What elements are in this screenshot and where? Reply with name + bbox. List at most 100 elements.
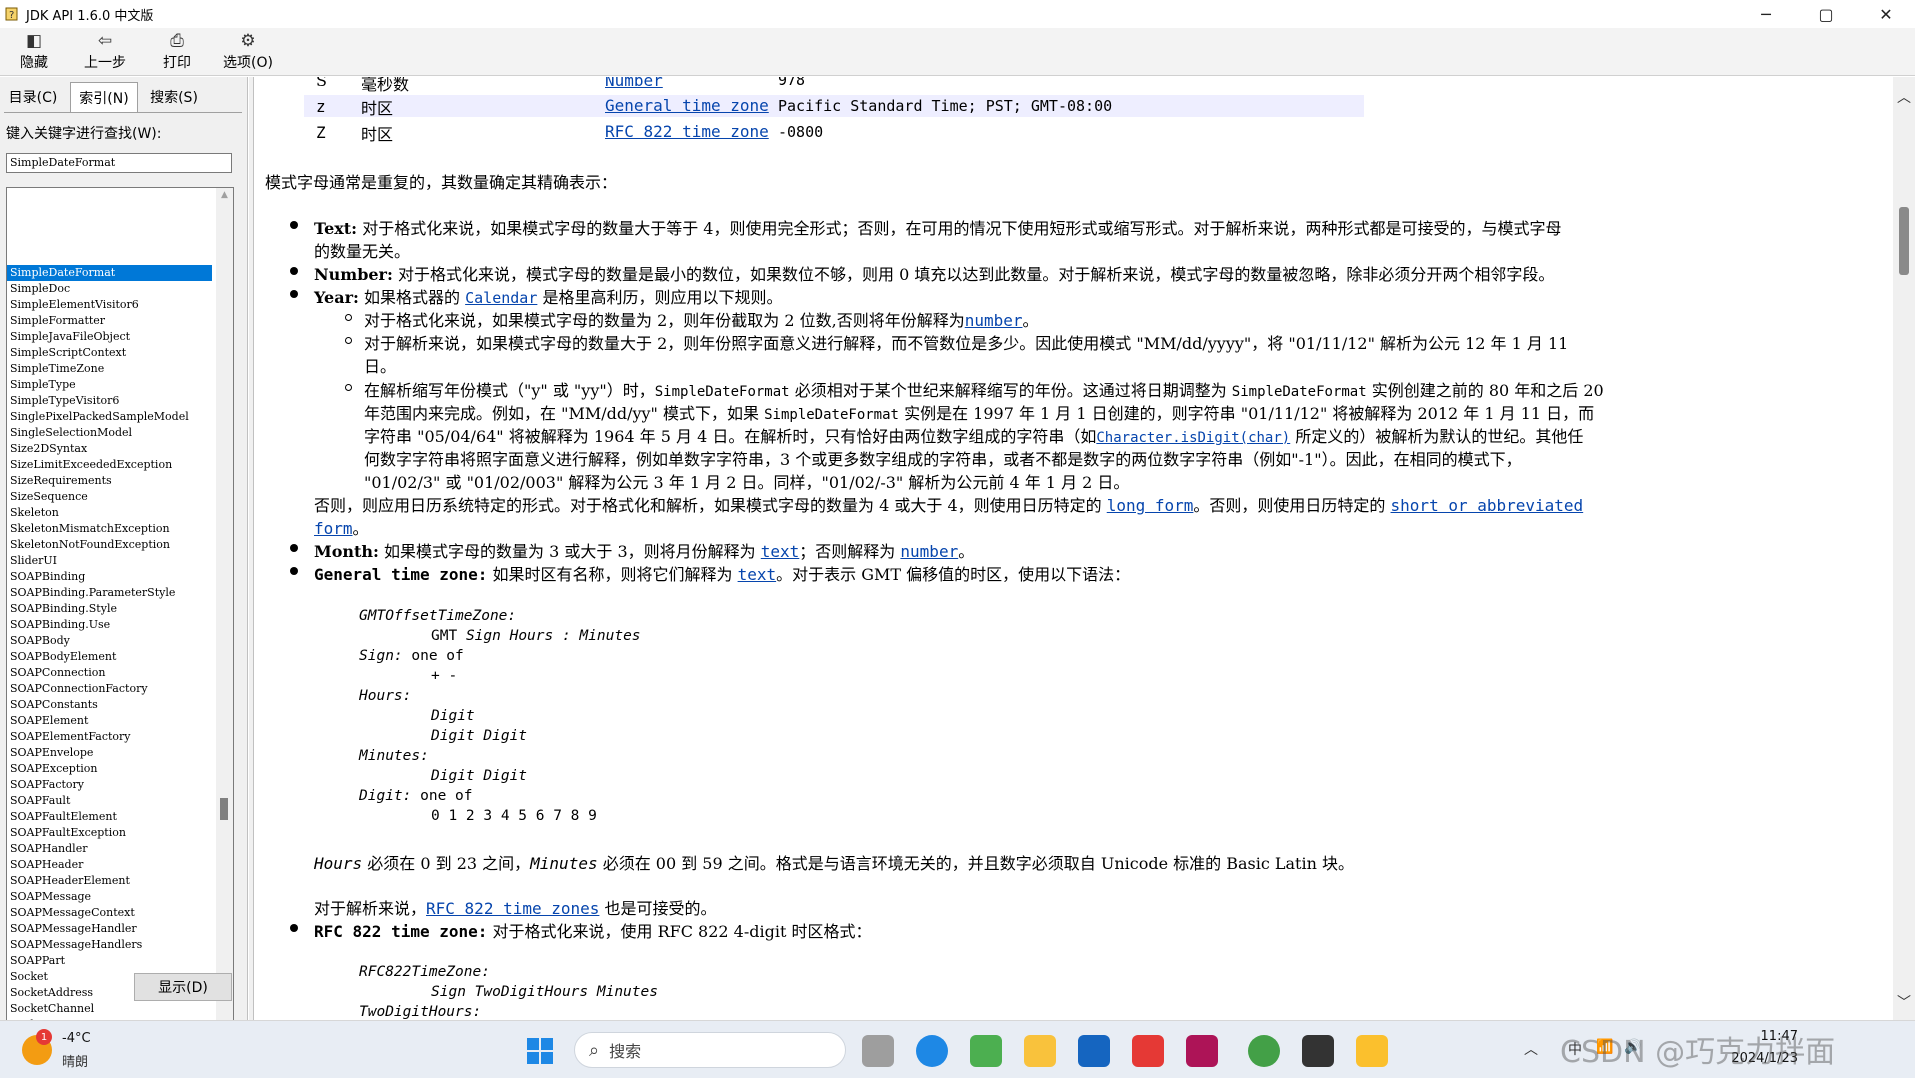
weather-temp[interactable]: -4°C	[62, 1031, 91, 1046]
index-scrollbar[interactable]: ▲ ▼	[216, 188, 233, 1042]
index-list-item[interactable]: SizeRequirements	[7, 473, 212, 489]
index-list-item[interactable]: SOAPElement	[7, 713, 212, 729]
index-list-item[interactable]: SOAPException	[7, 761, 212, 777]
index-list-item[interactable]: SOAPBinding	[7, 569, 212, 585]
store-icon[interactable]	[970, 1035, 1002, 1067]
isdigit-link[interactable]: Character.isDigit(char)	[1096, 430, 1290, 446]
maximize-button[interactable]: ▢	[1797, 0, 1855, 28]
index-list-item[interactable]: SOAPPart	[7, 953, 212, 969]
calendar-link[interactable]: Calendar	[465, 289, 537, 307]
index-list-item[interactable]: SOAPMessageHandlers	[7, 937, 212, 953]
index-list-item[interactable]: SimpleElementVisitor6	[7, 297, 212, 313]
chrome-icon[interactable]	[1248, 1035, 1280, 1067]
taskbar-search[interactable]: ⌕ 搜索	[574, 1032, 846, 1068]
index-list-item[interactable]: SOAPBinding.Style	[7, 601, 212, 617]
index-list-item[interactable]: SOAPConnection	[7, 665, 212, 681]
index-list-item[interactable]: SkeletonNotFoundException	[7, 537, 212, 553]
hide-button[interactable]: ◧ 隐藏	[16, 30, 52, 74]
scroll-up-icon[interactable]: ︿	[1893, 87, 1915, 107]
month-number-link[interactable]: number	[900, 542, 958, 561]
index-list-item[interactable]: SOAPConstants	[7, 697, 212, 713]
text-term: Text:	[314, 219, 358, 238]
options-button[interactable]: ⚙ 选项(O)	[220, 30, 276, 74]
file-explorer-icon[interactable]	[1024, 1035, 1056, 1067]
index-list-item[interactable]: SimpleTimeZone	[7, 361, 212, 377]
shield-icon[interactable]	[1078, 1035, 1110, 1067]
index-list-item[interactable]: SOAPMessage	[7, 889, 212, 905]
index-scroll-thumb[interactable]	[220, 798, 228, 820]
index-list-item[interactable]: SOAPBinding.ParameterStyle	[7, 585, 212, 601]
start-button[interactable]	[524, 1035, 556, 1067]
close-button[interactable]: ✕	[1857, 0, 1915, 28]
code-simpledateformat: SimpleDateFormat	[764, 407, 899, 423]
help-viewer-icon[interactable]	[1356, 1035, 1388, 1067]
index-list-item[interactable]: Skeleton	[7, 505, 212, 521]
tab-contents[interactable]: 目录(C)	[4, 84, 62, 110]
tab-index[interactable]: 索引(N)	[70, 82, 138, 112]
index-list-item[interactable]: SOAPEnvelope	[7, 745, 212, 761]
long-form-link[interactable]: long form	[1107, 496, 1194, 515]
minimize-button[interactable]: ─	[1737, 0, 1795, 28]
task-view-icon[interactable]	[862, 1035, 894, 1067]
edge-browser-icon[interactable]	[916, 1035, 948, 1067]
tray-chevron-icon[interactable]: ︿	[1524, 1039, 1538, 1059]
index-list-item[interactable]: SOAPMessageContext	[7, 905, 212, 921]
scroll-up-icon[interactable]: ▲	[216, 190, 233, 206]
month-b: ；否则解释为	[799, 542, 896, 561]
index-list-item[interactable]: SOAPHeaderElement	[7, 873, 212, 889]
index-list-item[interactable]: SOAPFault	[7, 793, 212, 809]
scroll-down-icon[interactable]: ﹀	[1893, 992, 1915, 1012]
content-scroll-thumb[interactable]	[1899, 207, 1909, 275]
index-list-item[interactable]: SizeSequence	[7, 489, 212, 505]
index-list-item[interactable]: SimpleType	[7, 377, 212, 393]
index-list-item[interactable]: SinglePixelPackedSampleModel	[7, 409, 212, 425]
weather-desc[interactable]: 晴朗	[62, 1051, 88, 1070]
index-list-item[interactable]: SimpleTypeVisitor6	[7, 393, 212, 409]
index-list-item[interactable]: SOAPElementFactory	[7, 729, 212, 745]
index-list-item[interactable]: SimpleDoc	[7, 281, 212, 297]
index-list-item[interactable]: SimpleDateFormat	[7, 265, 212, 281]
index-listbox[interactable]: SimpleDateFormat SimpleDoc SimpleElementVi…	[6, 187, 234, 1043]
display-button[interactable]: 显示(D)	[134, 973, 232, 1001]
index-list-item[interactable]: SOAPBody	[7, 633, 212, 649]
month-text-link[interactable]: text	[761, 542, 800, 561]
index-list-item[interactable]: SocketChannel	[7, 1001, 212, 1017]
wps-icon[interactable]	[1132, 1035, 1164, 1067]
year-term: Year:	[314, 288, 359, 307]
print-button[interactable]: ⎙ 打印	[160, 30, 194, 74]
index-list-item[interactable]: SOAPConnectionFactory	[7, 681, 212, 697]
index-list-item[interactable]: SizeLimitExceededException	[7, 457, 212, 473]
index-list-item[interactable]: Size2DSyntax	[7, 441, 212, 457]
year-number-link[interactable]: number	[965, 311, 1023, 330]
row-Z-presentation-link[interactable]: RFC 822 time zone	[605, 122, 769, 141]
hide-pane-icon: ◧	[25, 31, 43, 51]
typora-icon[interactable]	[1302, 1035, 1334, 1067]
index-list-item[interactable]: SOAPBinding.Use	[7, 617, 212, 633]
back-button[interactable]: ⇦ 上一步	[80, 30, 130, 74]
index-list-item[interactable]: SOAPFaultElement	[7, 809, 212, 825]
title-bar[interactable]: ? JDK API 1.6.0 中文版 ─ ▢ ✕	[0, 0, 1915, 28]
row-z-presentation-link[interactable]: General time zone	[605, 96, 769, 115]
index-list-item[interactable]: SimpleJavaFileObject	[7, 329, 212, 345]
index-list-item[interactable]: SOAPHeader	[7, 857, 212, 873]
index-list-item[interactable]: SingleSelectionModel	[7, 425, 212, 441]
short-form-link-2[interactable]: form	[314, 519, 353, 538]
index-list-item[interactable]: SimpleScriptContext	[7, 345, 212, 361]
row-s-presentation-link[interactable]: Number	[605, 77, 663, 90]
index-list-item[interactable]: SOAPFactory	[7, 777, 212, 793]
content-scrollbar[interactable]: ︿ ﹀	[1893, 77, 1915, 1020]
index-list-item[interactable]: SOAPBodyElement	[7, 649, 212, 665]
index-list-item[interactable]: SliderUI	[7, 553, 212, 569]
keyword-input[interactable]: SimpleDateFormat	[6, 153, 232, 173]
rfc822-link[interactable]: RFC 822 time zones	[426, 899, 599, 918]
index-list-item[interactable]: SimpleFormatter	[7, 313, 212, 329]
tab-search[interactable]: 搜索(S)	[144, 84, 204, 110]
index-list-item[interactable]: SOAPMessageHandler	[7, 921, 212, 937]
syntax-plus-minus: + -	[431, 668, 458, 684]
index-list-item[interactable]: SkeletonMismatchException	[7, 521, 212, 537]
short-form-link[interactable]: short or abbreviated	[1391, 496, 1584, 515]
index-list-item[interactable]: SOAPFaultException	[7, 825, 212, 841]
intellij-icon[interactable]	[1186, 1035, 1218, 1067]
index-list-item[interactable]: SOAPHandler	[7, 841, 212, 857]
gtz-text-link[interactable]: text	[738, 565, 777, 584]
